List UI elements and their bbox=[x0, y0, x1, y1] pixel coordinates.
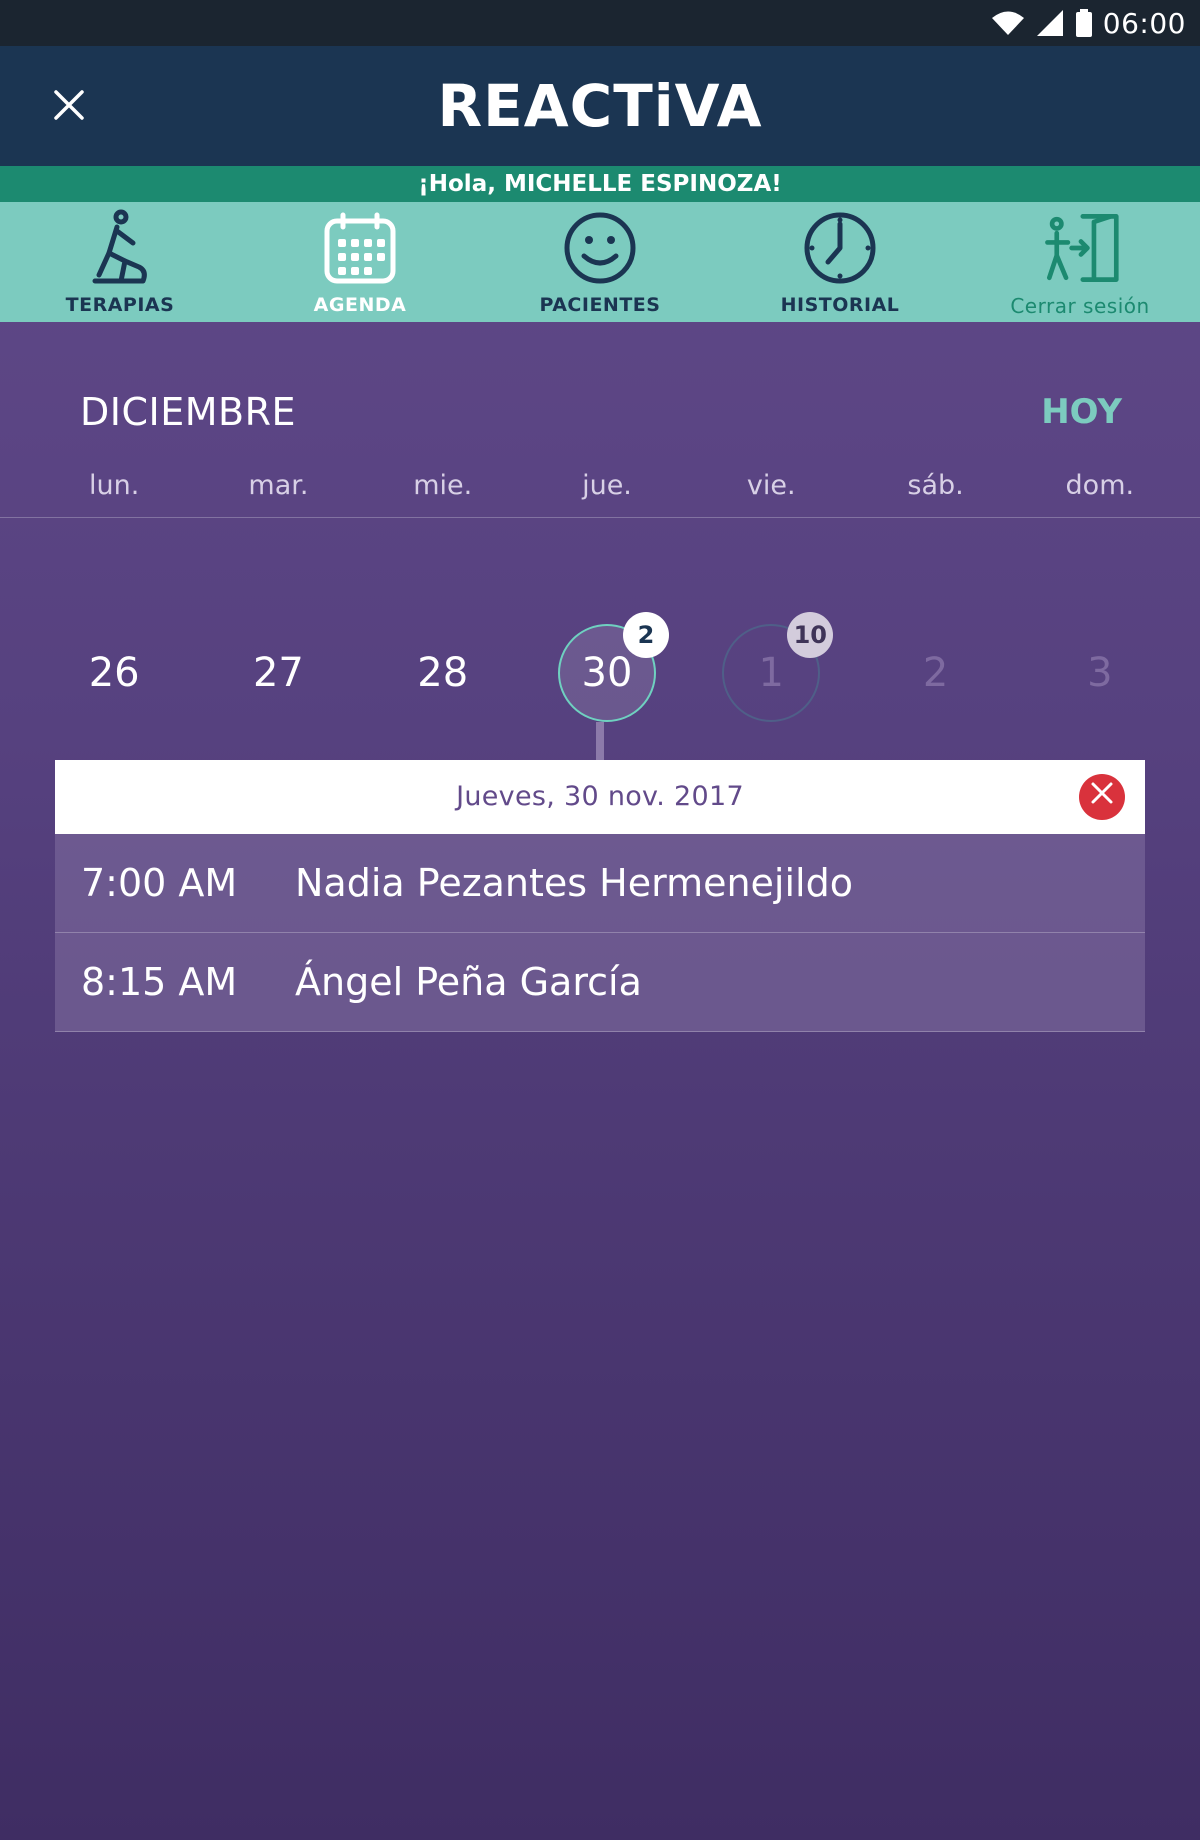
day-number: 2 bbox=[922, 650, 949, 696]
main-nav: TERAPIAS AGENDA PACIENTES HISTORIAL Cerr… bbox=[0, 202, 1200, 322]
panel-header: Jueves, 30 nov. 2017 bbox=[55, 760, 1145, 834]
nav-label-historial: HISTORIAL bbox=[780, 294, 900, 316]
nav-item-agenda[interactable]: AGENDA bbox=[240, 202, 480, 322]
day-cell[interactable]: 26 bbox=[32, 618, 196, 728]
appointment-time: 7:00 AM bbox=[81, 861, 238, 905]
calendar-icon bbox=[320, 208, 400, 288]
nav-label-terapias: TERAPIAS bbox=[65, 294, 175, 316]
app-bar: REACTiVA bbox=[0, 46, 1200, 166]
weekday-header: lun. mar. mie. jue. vie. sáb. dom. bbox=[32, 470, 1182, 501]
weekday-label: dom. bbox=[1065, 470, 1135, 501]
day-cell[interactable]: 28 bbox=[361, 618, 525, 728]
day-cell-selected[interactable]: 30 2 bbox=[525, 612, 689, 728]
weekday-label: lun. bbox=[88, 470, 140, 501]
battery-icon bbox=[1075, 9, 1093, 37]
appointments-panel: Jueves, 30 nov. 2017 7:00 AM Nadia Pezan… bbox=[55, 760, 1145, 1032]
appointment-patient: Ángel Peña García bbox=[295, 960, 642, 1004]
appointment-row[interactable]: 7:00 AM Nadia Pezantes Hermenejildo bbox=[55, 834, 1145, 933]
day-cell[interactable]: 27 bbox=[196, 618, 360, 728]
day-number: 3 bbox=[1087, 650, 1113, 696]
smiley-icon bbox=[560, 208, 640, 288]
weekday-label: vie. bbox=[746, 470, 796, 501]
day-number: 1 bbox=[758, 650, 784, 696]
exit-door-icon bbox=[1040, 208, 1120, 288]
nav-item-cerrar-sesion[interactable]: Cerrar sesión bbox=[960, 202, 1200, 322]
greeting-banner: ¡Hola, MICHELLE ESPINOZA! bbox=[0, 166, 1200, 202]
day-number: 27 bbox=[252, 650, 304, 696]
wifi-icon bbox=[991, 9, 1025, 37]
day-number: 28 bbox=[417, 650, 469, 696]
nav-label-cerrar-sesion: Cerrar sesión bbox=[1010, 294, 1150, 318]
clock-icon bbox=[800, 208, 880, 288]
today-button[interactable]: HOY bbox=[1041, 392, 1122, 432]
day-cell[interactable]: 3 bbox=[1018, 618, 1182, 728]
nav-label-agenda: AGENDA bbox=[313, 294, 407, 316]
weekday-divider bbox=[0, 517, 1200, 518]
weekday-label: jue. bbox=[582, 470, 632, 501]
day-number: 30 bbox=[581, 650, 633, 696]
day-cell[interactable]: 1 10 bbox=[689, 612, 853, 728]
nav-item-terapias[interactable]: TERAPIAS bbox=[0, 202, 240, 322]
appointment-count-badge: 2 bbox=[622, 612, 669, 658]
status-time: 06:00 bbox=[1102, 6, 1186, 40]
weekday-label: mar. bbox=[248, 470, 309, 501]
day-cell[interactable]: 2 bbox=[853, 618, 1017, 728]
week-days-row: 26 27 28 30 2 1 10 2 3 bbox=[32, 612, 1182, 728]
close-icon bbox=[1090, 760, 1114, 834]
nav-label-pacientes: PACIENTES bbox=[539, 294, 661, 316]
appointment-time: 8:15 AM bbox=[81, 960, 238, 1004]
panel-date: Jueves, 30 nov. 2017 bbox=[456, 781, 744, 812]
weekday-label: sáb. bbox=[907, 470, 964, 501]
therapy-icon bbox=[80, 208, 160, 288]
day-number: 26 bbox=[88, 650, 140, 696]
app-logo: REACTiVA bbox=[437, 72, 763, 140]
nav-item-pacientes[interactable]: PACIENTES bbox=[480, 202, 720, 322]
weekday-label: mie. bbox=[413, 470, 473, 501]
month-header: DICIEMBRE HOY bbox=[80, 390, 1122, 440]
month-title: DICIEMBRE bbox=[80, 390, 296, 434]
appointment-patient: Nadia Pezantes Hermenejildo bbox=[295, 861, 853, 905]
appointment-row[interactable]: 8:15 AM Ángel Peña García bbox=[55, 933, 1145, 1032]
panel-close-button[interactable] bbox=[1079, 774, 1125, 820]
day-panel-connector bbox=[596, 722, 604, 762]
status-bar: 06:00 bbox=[0, 0, 1200, 46]
appointment-count-badge: 10 bbox=[787, 612, 834, 658]
nav-item-historial[interactable]: HISTORIAL bbox=[720, 202, 960, 322]
signal-icon bbox=[1035, 9, 1065, 37]
